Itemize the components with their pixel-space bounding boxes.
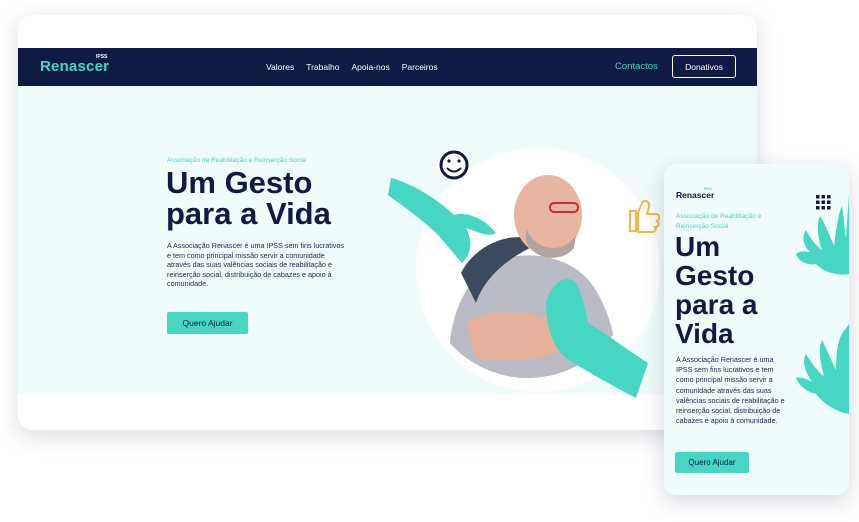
mobile-hero-title: Um Gesto para a Vida [675,231,758,349]
grid-menu-icon[interactable] [816,195,831,210]
desktop-mockup: Renascer IPSS Valores Trabalho Apoia-nos… [18,15,757,430]
nav-item-trabalho[interactable]: Trabalho [306,62,339,72]
help-cta-button[interactable]: Quero Ajudar [167,312,248,334]
nav-item-apoia-nos[interactable]: Apoia-nos [351,62,389,72]
hero-illustration [388,148,661,398]
mobile-mockup: Renascer IPSS Associação de Reabilitação… [664,164,849,495]
top-navigation-bar: Renascer IPSS Valores Trabalho Apoia-nos… [18,48,757,86]
mobile-brand-logo-suffix: IPSS [704,187,712,191]
main-menu: Valores Trabalho Apoia-nos Parceiros [266,48,438,86]
mobile-brand-logo[interactable]: Renascer [676,190,714,200]
smiley-icon [438,149,470,181]
mobile-hero-tagline: Associação de Reabilitação e Reinserção … [676,213,762,230]
nav-item-valores[interactable]: Valores [266,62,294,72]
donate-button[interactable]: Donativos [672,55,736,78]
hero-title: Um Gesto para a Vida [166,165,331,231]
mobile-hero-description: A Associação Renascer é uma IPSS sem fin… [676,355,785,426]
contact-link[interactable]: Contactos [615,61,658,72]
hero-tagline: Associação de Reabilitação e Reinserção … [167,157,307,164]
brand-logo-suffix: IPSS [96,54,108,60]
nav-item-parceiros[interactable]: Parceiros [402,62,438,72]
hero-description: A Associação Renascer é uma IPSS sem fin… [167,241,344,288]
showcase-stage: Renascer IPSS Valores Trabalho Apoia-nos… [0,0,859,522]
brand-logo[interactable]: Renascer [40,58,109,75]
mobile-hand-illustrations [796,194,849,414]
mobile-help-cta-button[interactable]: Quero Ajudar [675,452,749,473]
mobile-hand-bottom [796,324,849,414]
